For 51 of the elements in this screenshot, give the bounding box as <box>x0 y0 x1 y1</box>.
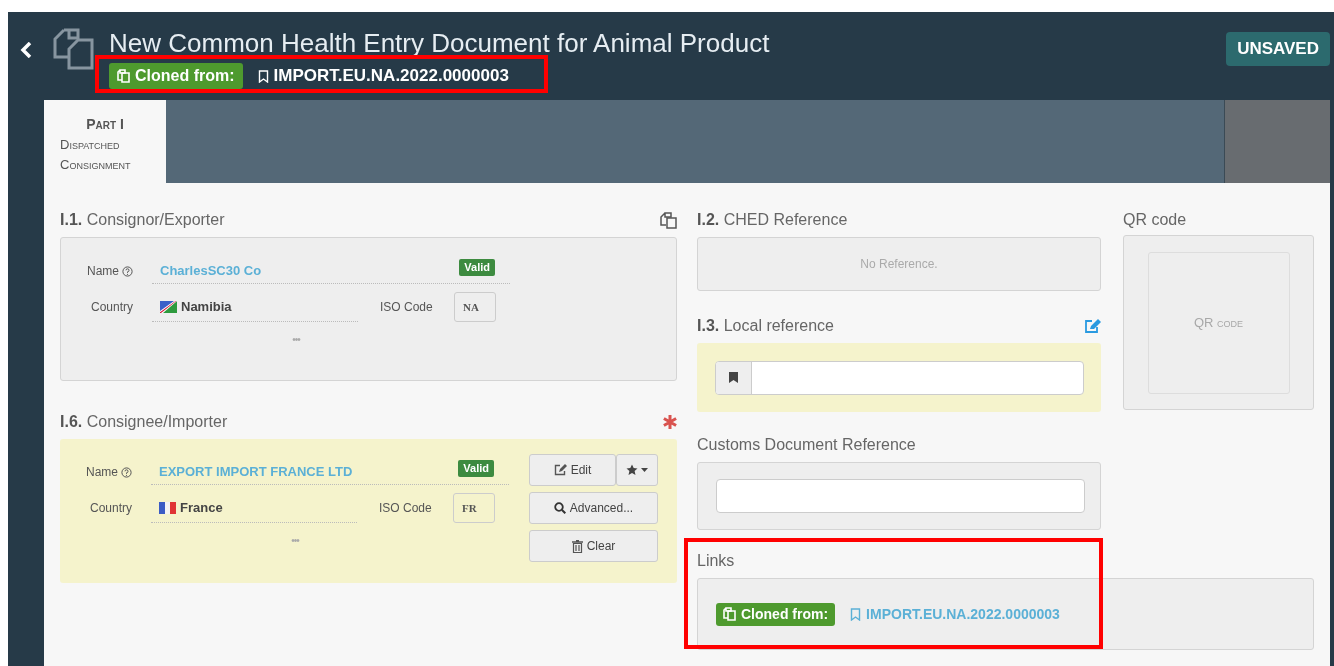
caret-icon <box>641 468 648 472</box>
cloned-badge: Cloned from: <box>109 63 243 89</box>
flag-icon <box>160 300 177 313</box>
field-label: ISO Code <box>380 299 434 316</box>
field-label: ISO Code <box>379 500 433 517</box>
section-title: I.6. Consignee/Importer <box>60 412 228 432</box>
trash-icon <box>571 539 583 553</box>
edit-button[interactable]: Edit <box>529 454 616 486</box>
section-title: I.1. Consignor/Exporter <box>60 210 225 230</box>
field-label: Name <box>60 463 132 481</box>
edit-icon[interactable] <box>1084 318 1101 334</box>
country-value: France <box>180 498 223 517</box>
iso-code-field: FR <box>453 493 495 523</box>
bookmark-icon <box>257 69 269 83</box>
documents-icon <box>52 28 94 70</box>
reference-link[interactable]: IMPORT.EU.NA.2022.0000003 <box>257 63 509 89</box>
favourites-dropdown[interactable] <box>616 454 658 486</box>
help-icon[interactable] <box>122 265 133 277</box>
field-label: Country <box>88 500 132 517</box>
clear-button[interactable]: Clear <box>529 530 658 562</box>
valid-badge: Valid <box>458 460 494 477</box>
page-title: New Common Health Entry Document for Animal Product <box>109 29 770 57</box>
local-reference-field[interactable] <box>715 360 1084 395</box>
section-title: Links <box>697 551 735 571</box>
valid-badge: Valid <box>459 259 495 276</box>
copy-icon <box>723 607 736 621</box>
customs-reference-field[interactable] <box>716 479 1085 513</box>
iso-code-field: NA <box>454 292 496 322</box>
bookmark-icon <box>729 372 738 383</box>
country-value: Namibia <box>181 297 232 316</box>
empty-message: No Reference. <box>860 256 938 273</box>
advanced-button[interactable]: Advanced... <box>529 492 658 524</box>
flag-icon <box>159 501 176 514</box>
qr-code-frame: QR code <box>1147 251 1290 394</box>
section-title: Customs Document Reference <box>697 435 916 455</box>
back-icon[interactable] <box>20 42 33 58</box>
section-title: I.3. Local reference <box>697 316 834 336</box>
help-icon[interactable] <box>121 466 132 478</box>
copy-icon[interactable] <box>660 211 677 229</box>
bookmark-icon <box>850 607 862 621</box>
field-label: Name <box>61 262 133 280</box>
edit-icon <box>553 464 567 476</box>
search-icon <box>553 502 566 514</box>
section-title: QR code <box>1123 210 1187 230</box>
tab[interactable]: Part I Dispatched Consignment <box>44 100 166 183</box>
status-badge: UNSAVED <box>1226 32 1330 66</box>
section-title: I.2. CHED Reference <box>697 210 848 230</box>
field-label: Country <box>89 299 133 316</box>
star-icon <box>626 464 638 476</box>
cloned-badge: Cloned from: <box>716 602 836 626</box>
copy-icon <box>117 69 130 83</box>
